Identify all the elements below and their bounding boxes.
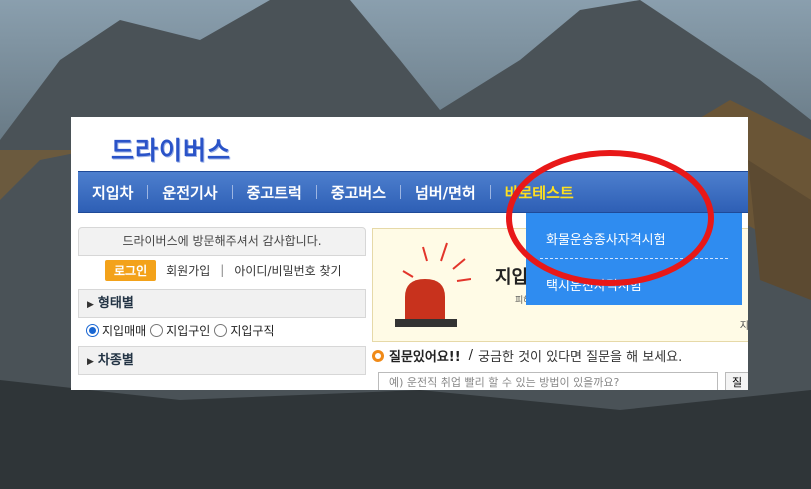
nav-item-used-bus[interactable]: 중고버스 bbox=[317, 182, 400, 203]
question-submit-button[interactable]: 질 bbox=[725, 372, 748, 390]
notice-title: 지입 bbox=[495, 267, 529, 288]
radio-jiip-seeking[interactable] bbox=[214, 324, 228, 337]
question-header: 질문있어요!! / 궁금한 것이 있다면 질문을 해 보세요. bbox=[372, 346, 682, 365]
question-slash: / bbox=[468, 348, 474, 363]
type-filter-title: 형태별 bbox=[97, 296, 134, 311]
find-account-link[interactable]: 아이디/비밀번호 찾기 bbox=[234, 262, 341, 279]
question-description: 궁금한 것이 있다면 질문을 해 보세요. bbox=[478, 350, 683, 365]
radio-label[interactable]: 지입매매 bbox=[102, 322, 146, 339]
radio-jiip-sale[interactable] bbox=[86, 324, 99, 337]
join-link[interactable]: 회원가입 bbox=[166, 262, 210, 279]
bullet-circle-icon bbox=[372, 349, 384, 362]
nav-item-number-license[interactable]: 넘버/면허 bbox=[401, 182, 490, 203]
triangle-right-icon: ▶ bbox=[87, 300, 94, 310]
radio-label[interactable]: 지입구인 bbox=[166, 322, 210, 339]
radio-jiip-hiring[interactable] bbox=[150, 324, 164, 337]
login-row: 로그인 회원가입 | 아이디/비밀번호 찾기 bbox=[78, 255, 366, 285]
nav-item-used-truck[interactable]: 중고트럭 bbox=[233, 182, 316, 203]
notice-corner-text: 지 bbox=[739, 321, 748, 332]
login-button[interactable]: 로그인 bbox=[105, 259, 157, 281]
vehicle-filter-title: 차종별 bbox=[97, 353, 134, 368]
type-filter-options: 지입매매 지입구인 지입구직 bbox=[86, 322, 279, 339]
question-title: 질문있어요!! bbox=[389, 350, 461, 365]
type-filter-header: ▶ 형태별 bbox=[78, 289, 366, 318]
radio-label[interactable]: 지입구직 bbox=[230, 322, 274, 339]
question-input[interactable]: 예) 운전직 취업 빨리 할 수 있는 방법이 있을까요? bbox=[378, 372, 718, 390]
nav-item-jiipcha[interactable]: 지입차 bbox=[78, 182, 147, 203]
site-logo[interactable]: 드라이버스 bbox=[111, 131, 231, 167]
welcome-message: 드라이버스에 방문해주셔서 감사합니다. bbox=[78, 227, 366, 256]
nav-item-driver[interactable]: 운전기사 bbox=[148, 182, 231, 203]
link-separator: | bbox=[220, 263, 225, 277]
vehicle-filter-header: ▶ 차종별 bbox=[78, 346, 366, 375]
siren-icon bbox=[395, 242, 471, 327]
highlight-circle-annotation bbox=[506, 150, 714, 286]
triangle-right-icon: ▶ bbox=[87, 357, 94, 367]
